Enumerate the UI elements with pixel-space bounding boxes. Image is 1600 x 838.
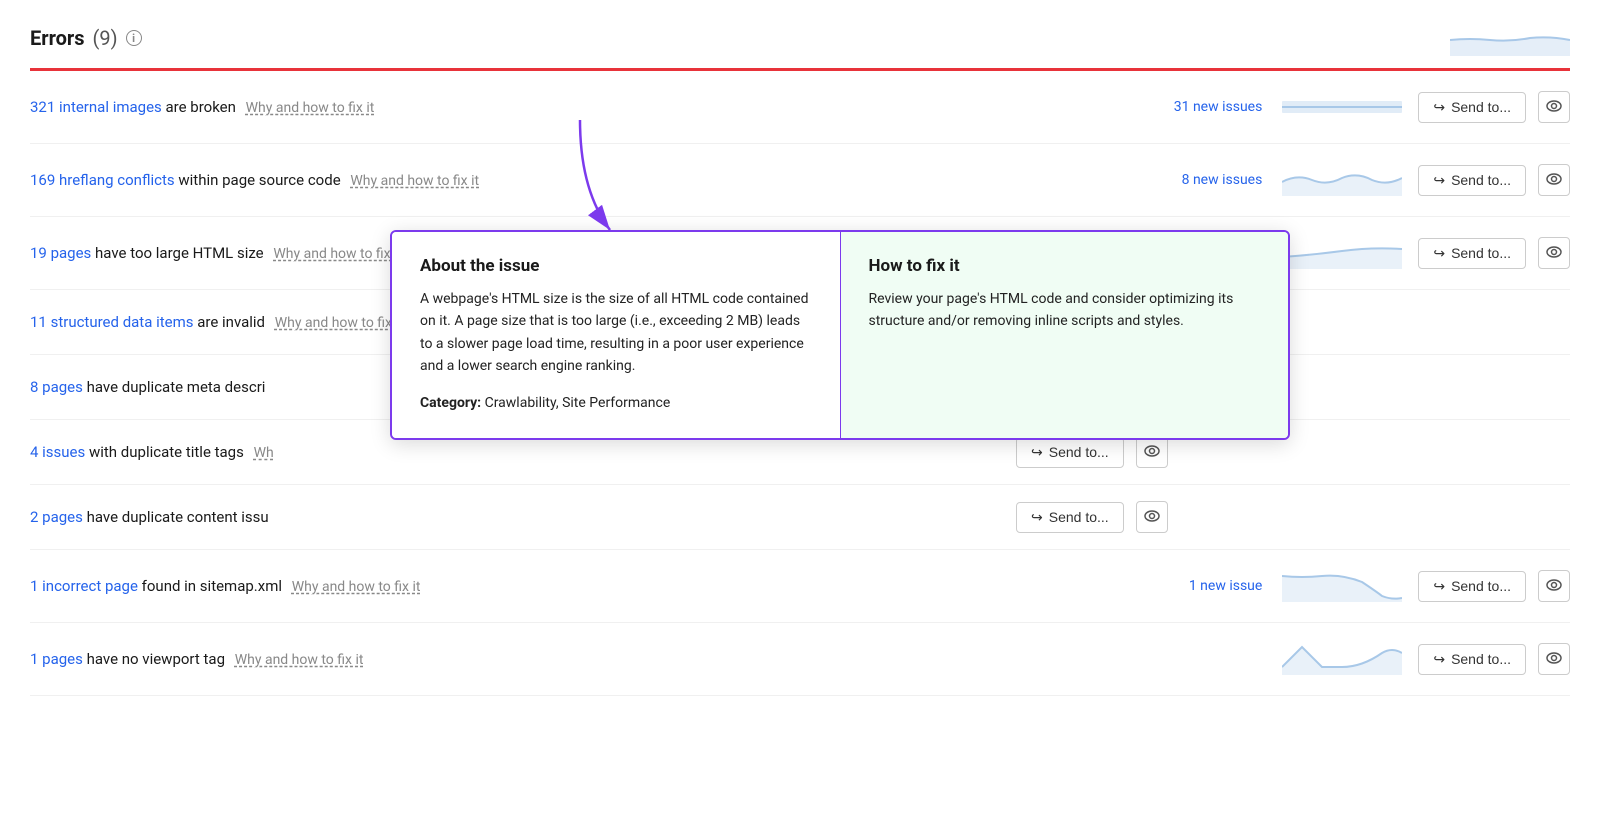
eye-button[interactable]: [1136, 436, 1168, 468]
header-title: Errors (9) i: [30, 26, 142, 50]
why-link[interactable]: Why and how to fix it: [350, 173, 479, 189]
error-link[interactable]: 2 pages: [30, 508, 83, 526]
error-text: have duplicate content issu: [87, 508, 269, 526]
issues-badge: 31 new issues: [1132, 99, 1262, 115]
eye-button[interactable]: [1538, 643, 1570, 675]
send-button[interactable]: ↪ Send to...: [1418, 571, 1526, 602]
send-button[interactable]: ↪ Send to...: [1418, 644, 1526, 675]
header-row: Errors (9) i: [30, 20, 1570, 71]
eye-icon: [1546, 100, 1562, 115]
error-row: 2 pages have duplicate content issu ↪ Se…: [30, 485, 1570, 550]
send-button[interactable]: ↪ Send to...: [1418, 238, 1526, 269]
error-link[interactable]: 1 pages: [30, 650, 83, 668]
send-icon: ↪: [1433, 99, 1445, 116]
eye-icon: [1546, 246, 1562, 261]
error-text: are invalid: [197, 313, 265, 331]
send-label: Send to...: [1049, 444, 1109, 460]
sparkline-cell: [1282, 566, 1402, 606]
error-link[interactable]: 1 incorrect page: [30, 577, 138, 595]
send-icon: ↪: [1031, 444, 1043, 461]
eye-button[interactable]: [1538, 91, 1570, 123]
send-icon: ↪: [1433, 578, 1445, 595]
send-label: Send to...: [1451, 99, 1511, 115]
eye-icon: [1144, 445, 1160, 460]
error-row-content: 1 pages have no viewport tag Why and how…: [30, 650, 1132, 668]
error-link[interactable]: 321 internal images: [30, 98, 162, 116]
send-label: Send to...: [1451, 172, 1511, 188]
header-sparkline: [1450, 20, 1570, 56]
send-button[interactable]: ↪ Send to...: [1418, 92, 1526, 123]
error-text: with duplicate title tags: [89, 443, 244, 461]
error-row: 1 incorrect page found in sitemap.xml Wh…: [30, 550, 1570, 623]
eye-button[interactable]: [1538, 237, 1570, 269]
error-text: have too large HTML size: [95, 244, 264, 262]
send-label: Send to...: [1049, 509, 1109, 525]
send-label: Send to...: [1451, 245, 1511, 261]
send-button[interactable]: ↪ Send to...: [1016, 502, 1124, 533]
send-button[interactable]: ↪ Send to...: [1016, 437, 1124, 468]
issues-badge: 1 new issue: [1132, 578, 1262, 594]
sparkline-cell: [1282, 87, 1402, 127]
tooltip-fix-text: Review your page's HTML code and conside…: [869, 288, 1261, 333]
error-row-content: 4 issues with duplicate title tags Wh: [30, 443, 730, 461]
eye-button[interactable]: [1538, 570, 1570, 602]
send-button[interactable]: ↪ Send to...: [1418, 165, 1526, 196]
why-link[interactable]: Wh: [254, 445, 274, 461]
info-icon[interactable]: i: [126, 30, 142, 46]
eye-icon: [1144, 510, 1160, 525]
error-row-content: 169 hreflang conflicts within page sourc…: [30, 171, 1132, 189]
why-link[interactable]: Why and how to fix it: [292, 579, 421, 595]
why-link[interactable]: Why and how to fix it: [275, 315, 404, 331]
error-link[interactable]: 11 structured data items: [30, 313, 194, 331]
error-text: have no viewport tag: [87, 650, 225, 668]
eye-button[interactable]: [1538, 164, 1570, 196]
eye-icon: [1546, 652, 1562, 667]
eye-button[interactable]: [1136, 501, 1168, 533]
errors-count: (9): [92, 26, 117, 50]
error-text: are broken: [166, 98, 236, 116]
error-link[interactable]: 4 issues: [30, 443, 85, 461]
error-row: 169 hreflang conflicts within page sourc…: [30, 144, 1570, 217]
send-icon: ↪: [1031, 509, 1043, 526]
error-row-content: 1 incorrect page found in sitemap.xml Wh…: [30, 577, 1132, 595]
send-icon: ↪: [1433, 172, 1445, 189]
why-link[interactable]: Why and how to fix it: [235, 652, 364, 668]
tooltip-box: About the issue A webpage's HTML size is…: [390, 230, 1290, 440]
tooltip-category: Category: Crawlability, Site Performance: [420, 392, 812, 414]
send-icon: ↪: [1433, 245, 1445, 262]
eye-icon: [1546, 579, 1562, 594]
tooltip-fix-title: How to fix it: [869, 256, 1261, 276]
tooltip-about-text: A webpage's HTML size is the size of all…: [420, 288, 812, 378]
tooltip-overlay: About the issue A webpage's HTML size is…: [390, 230, 1290, 440]
tooltip-about-title: About the issue: [420, 256, 812, 276]
error-text: within page source code: [178, 171, 340, 189]
tooltip-about-section: About the issue A webpage's HTML size is…: [392, 232, 841, 438]
why-link[interactable]: Why and how to fix it: [246, 100, 375, 116]
eye-icon: [1546, 173, 1562, 188]
errors-title-text: Errors: [30, 26, 84, 50]
error-row-content: 321 internal images are broken Why and h…: [30, 98, 1132, 116]
error-link[interactable]: 8 pages: [30, 378, 83, 396]
error-text: have duplicate meta descri: [87, 378, 266, 396]
error-text: found in sitemap.xml: [142, 577, 282, 595]
send-icon: ↪: [1433, 651, 1445, 668]
sparkline-cell: [1282, 160, 1402, 200]
send-label: Send to...: [1451, 578, 1511, 594]
error-link[interactable]: 19 pages: [30, 244, 91, 262]
error-row: 1 pages have no viewport tag Why and how…: [30, 623, 1570, 696]
error-row-content: 2 pages have duplicate content issu: [30, 508, 730, 526]
error-link[interactable]: 169 hreflang conflicts: [30, 171, 175, 189]
sparkline-cell: [1282, 639, 1402, 679]
error-row: 321 internal images are broken Why and h…: [30, 71, 1570, 144]
send-label: Send to...: [1451, 651, 1511, 667]
tooltip-fix-section: How to fix it Review your page's HTML co…: [841, 232, 1289, 438]
tooltip-category-label: Category:: [420, 395, 481, 411]
issues-badge: 8 new issues: [1132, 172, 1262, 188]
why-link-tooltip-trigger[interactable]: Why and how to fix it: [273, 246, 402, 262]
page-wrapper: Errors (9) i 321 internal images are bro…: [0, 0, 1600, 838]
sparkline-cell: [1282, 233, 1402, 273]
tooltip-category-value: Crawlability, Site Performance: [485, 395, 671, 411]
